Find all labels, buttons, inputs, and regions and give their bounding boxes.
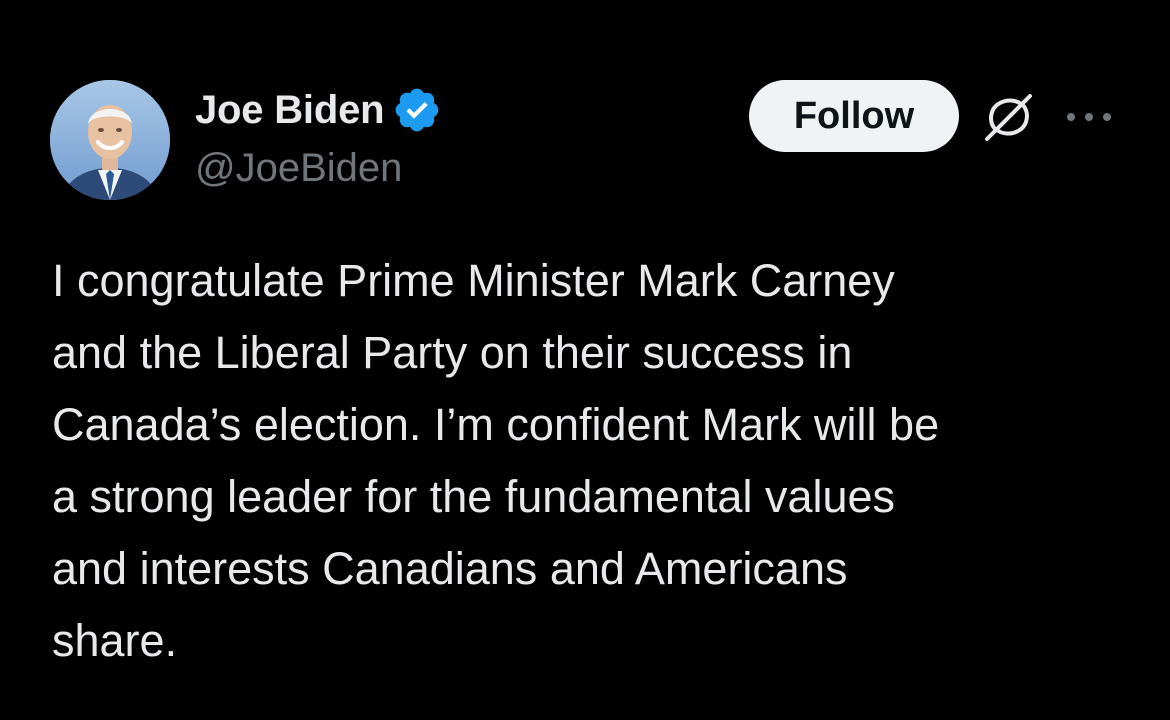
author-handle[interactable]: @JoeBiden <box>195 146 402 191</box>
follow-button[interactable]: Follow <box>749 80 959 152</box>
tweet-card: Joe Biden @JoeBiden Follow I congratulat… <box>0 0 1170 720</box>
author-display-name[interactable]: Joe Biden <box>195 88 385 133</box>
author-name-row: Joe Biden <box>195 84 442 136</box>
verified-badge-icon[interactable] <box>392 85 442 135</box>
tweet-text: I congratulate Prime Minister Mark Carne… <box>52 255 940 666</box>
more-icon[interactable] <box>1062 100 1116 134</box>
grok-icon[interactable] <box>980 88 1038 146</box>
avatar[interactable] <box>50 80 170 200</box>
avatar-photo <box>50 80 170 200</box>
